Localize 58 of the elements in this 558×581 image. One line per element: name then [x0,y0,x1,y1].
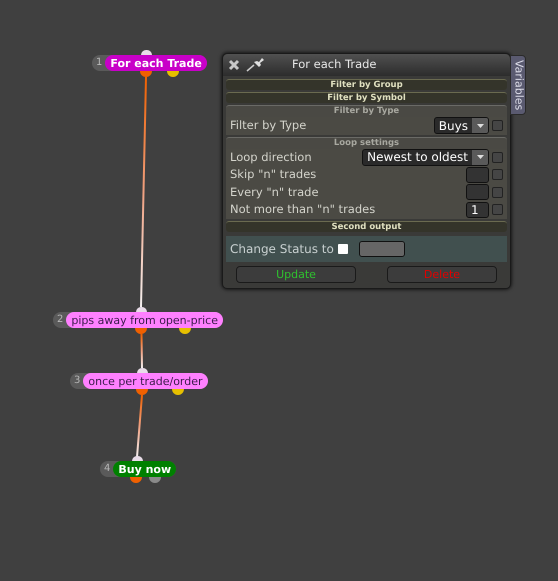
port-icon[interactable] [132,456,143,461]
section-header[interactable]: Loop settings [226,136,507,148]
section-header[interactable]: Filter by Type [226,105,507,117]
port-icon[interactable] [136,307,147,312]
node-label: pips away from open-price [66,312,224,328]
node-number: 1 [95,58,104,68]
section-header[interactable]: Filter by Symbol [226,92,507,103]
port-icon[interactable] [140,71,152,77]
number-field[interactable]: 1 [466,202,489,218]
side-tab[interactable]: Variables [510,55,526,115]
checkbox[interactable] [492,204,503,216]
checkbox[interactable] [492,186,503,198]
pin-icon[interactable] [246,58,266,72]
port-icon[interactable] [172,389,184,395]
connector-line [136,394,143,458]
port-icon[interactable] [179,328,191,334]
section-header[interactable]: Second output [226,220,507,232]
checkbox[interactable] [492,169,503,180]
field-label: Change Status to [230,240,335,258]
node-number: 2 [56,315,64,325]
close-icon[interactable] [228,59,240,71]
checkbox[interactable] [338,244,348,254]
dropdown[interactable]: Newest to oldest [362,148,489,166]
connector-line [140,334,143,368]
port-icon[interactable] [141,50,152,55]
flow-node[interactable]: 3 once per trade/order [70,373,208,389]
window-title: For each Trade [292,56,376,74]
dropdown-value: Buys [438,118,469,135]
field-label: Not more than "n" trades [230,201,376,218]
flow-node[interactable]: 4 Buy now [100,461,176,477]
port-icon[interactable] [167,71,179,77]
caret-icon[interactable] [472,118,488,134]
dropdown[interactable]: Buys [434,117,489,134]
checkbox[interactable] [492,120,503,132]
node-label: Buy now [113,461,176,477]
node-number: 4 [103,464,112,474]
caret-icon[interactable] [472,150,488,165]
port-icon[interactable] [135,328,147,334]
dropdown-value: Newest to oldest [366,149,469,166]
number-field[interactable] [466,184,489,200]
port-icon[interactable] [137,368,148,373]
field-label: Filter by Type [230,117,308,134]
section-header[interactable]: Filter by Group [226,79,507,90]
flow-node[interactable]: 1 For each Trade [92,55,207,71]
node-number: 3 [73,376,82,386]
status-dropdown[interactable] [359,240,405,256]
node-label: once per trade/order [83,373,208,389]
checkbox[interactable] [492,152,503,163]
port-icon[interactable] [136,389,148,395]
tab-label: Variables [511,60,526,110]
node-label: For each Trade [105,55,207,71]
number-field[interactable] [466,166,489,183]
action-button[interactable]: Update [236,266,356,282]
port-icon[interactable] [130,477,142,483]
field-label: Every "n" trade [230,184,320,201]
flow-node[interactable]: 2 pips away from open-price [53,312,224,328]
field-label: Loop direction [230,148,313,166]
field-label: Skip "n" trades [230,166,318,184]
